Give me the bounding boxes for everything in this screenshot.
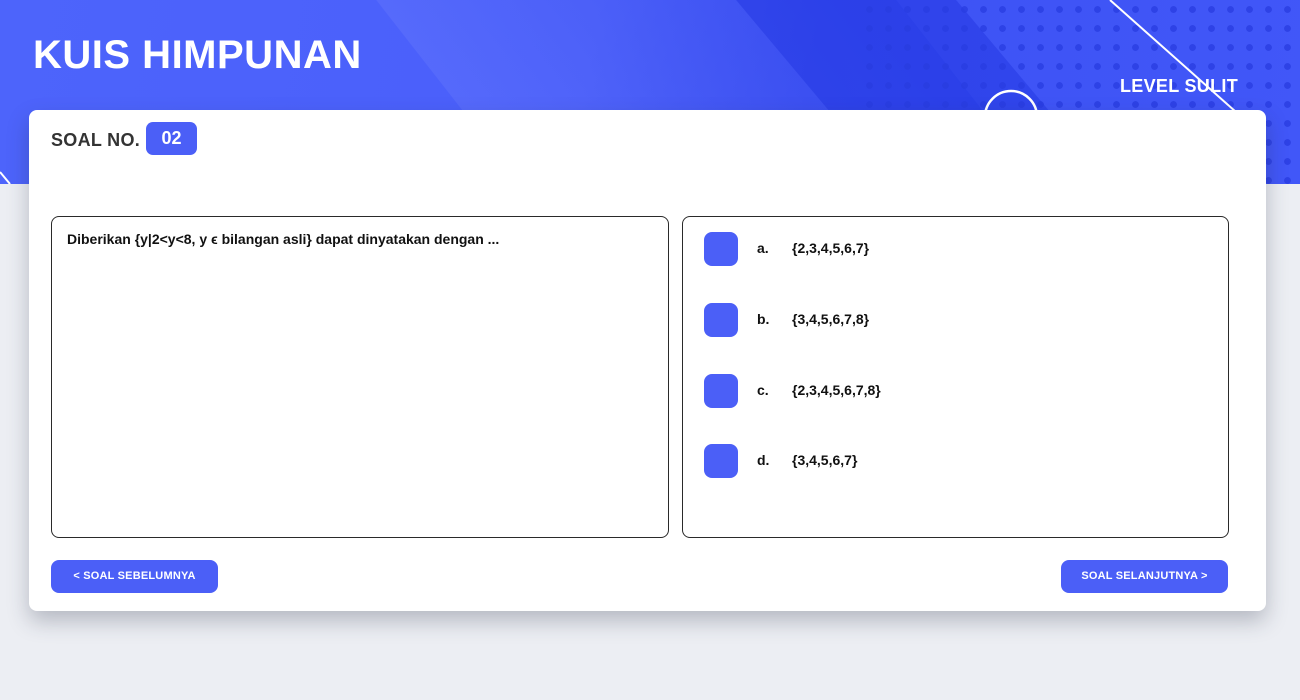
option-letter: c. [757, 382, 769, 398]
option-value: {3,4,5,6,7} [792, 452, 858, 468]
option-letter: a. [757, 240, 769, 256]
question-number-label: SOAL NO. [51, 130, 141, 150]
difficulty-level: LEVEL SULIT [1120, 76, 1238, 96]
answer-option-d[interactable]: d. {3,4,5,6,7} [704, 444, 1204, 478]
option-value: {2,3,4,5,6,7,8} [792, 382, 881, 398]
option-select-box[interactable] [704, 303, 738, 337]
question-text: Diberikan {y|2<y<8, y ϵ bilangan asli} d… [67, 231, 500, 247]
option-select-box[interactable] [704, 444, 738, 478]
question-panel: Diberikan {y|2<y<8, y ϵ bilangan asli} d… [51, 216, 669, 538]
option-value: {3,4,5,6,7,8} [792, 311, 870, 327]
option-select-box[interactable] [704, 374, 738, 408]
page-title: KUIS HIMPUNAN [33, 33, 362, 77]
previous-question-button[interactable]: < SOAL SEBELUMNYA [51, 560, 218, 593]
quiz-card: SOAL NO. 02 Diberikan {y|2<y<8, y ϵ bila… [29, 110, 1266, 611]
answer-panel: a. {2,3,4,5,6,7} b. {3,4,5,6,7,8} c. {2,… [682, 216, 1229, 538]
option-letter: d. [757, 452, 770, 468]
answer-option-b[interactable]: b. {3,4,5,6,7,8} [704, 303, 1204, 337]
question-number-badge: 02 [146, 122, 197, 155]
option-letter: b. [757, 311, 770, 327]
option-select-box[interactable] [704, 232, 738, 266]
next-question-button[interactable]: SOAL SELANJUTNYA > [1061, 560, 1228, 593]
answer-option-a[interactable]: a. {2,3,4,5,6,7} [704, 232, 1204, 266]
option-value: {2,3,4,5,6,7} [792, 240, 870, 256]
answer-option-c[interactable]: c. {2,3,4,5,6,7,8} [704, 374, 1204, 408]
